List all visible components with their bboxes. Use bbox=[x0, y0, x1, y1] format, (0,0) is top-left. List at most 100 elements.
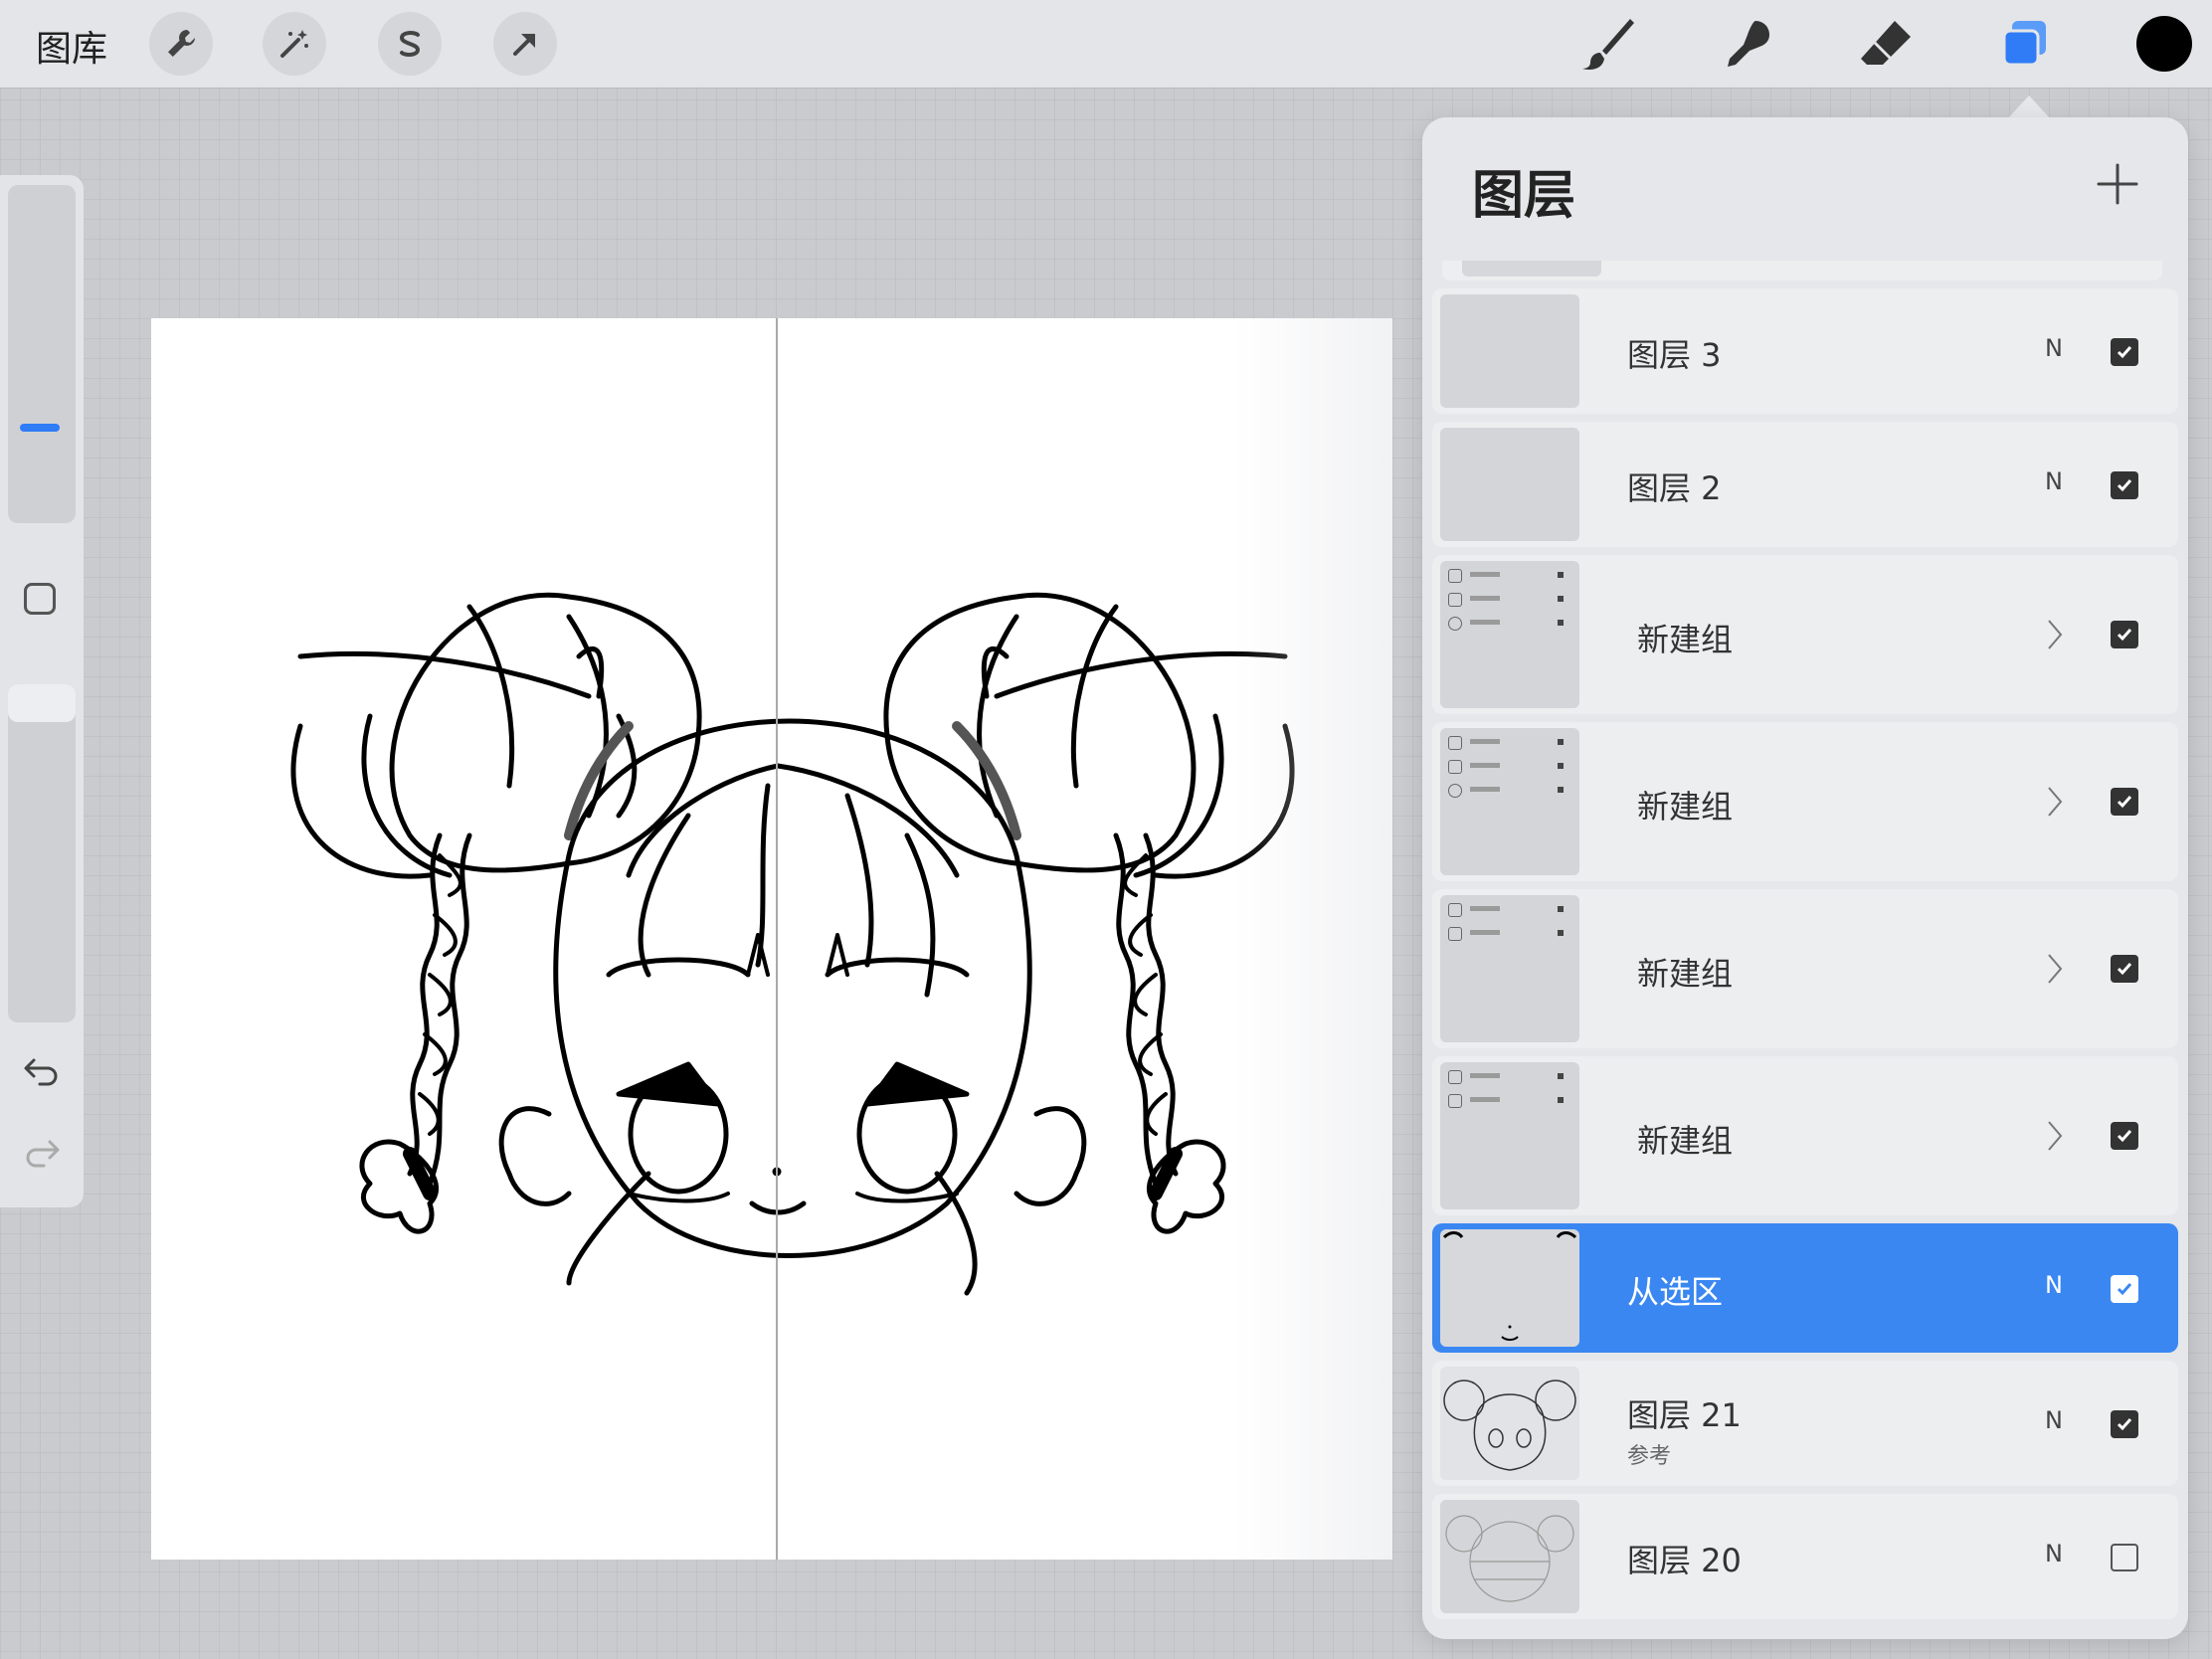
group-thumbnail bbox=[1440, 728, 1579, 875]
eraser-icon bbox=[1861, 21, 1911, 65]
opacity-handle[interactable] bbox=[8, 684, 76, 722]
layer-row[interactable]: 图层 3 N bbox=[1432, 288, 2178, 414]
reference-label: 参考 bbox=[1627, 1444, 1672, 1469]
blend-mode-button[interactable]: N bbox=[2045, 1540, 2063, 1567]
smudge-icon bbox=[1728, 21, 1769, 67]
layers-tool-button[interactable] bbox=[1995, 14, 2055, 74]
smudge-tool-button[interactable] bbox=[1717, 14, 1776, 74]
chevron-right-icon[interactable] bbox=[2045, 951, 2065, 987]
symmetry-guide bbox=[776, 318, 778, 1560]
checkmark-icon bbox=[2117, 346, 2132, 359]
mini-layer bbox=[1446, 1068, 1573, 1086]
layer-name: 图层 2 bbox=[1627, 469, 1722, 507]
checkmark-icon bbox=[2117, 1283, 2132, 1296]
brush-tool-button[interactable] bbox=[1577, 14, 1637, 74]
layer-name: 从选区 bbox=[1627, 1273, 1724, 1311]
checkmark-icon bbox=[2117, 1418, 2132, 1431]
layer-thumbnail bbox=[1462, 261, 1601, 276]
layer-name: 图层 20 bbox=[1627, 1542, 1742, 1579]
transform-arrow-icon bbox=[513, 34, 535, 56]
brush-size-handle[interactable] bbox=[20, 424, 60, 432]
drawing-canvas[interactable] bbox=[151, 318, 1392, 1560]
mini-layer bbox=[1446, 901, 1573, 919]
mini-layer bbox=[1446, 615, 1573, 633]
blend-mode-button[interactable]: N bbox=[2045, 467, 2063, 495]
layer-name: 图层 3 bbox=[1627, 336, 1722, 374]
group-name: 新建组 bbox=[1637, 1122, 1734, 1160]
mini-layer bbox=[1446, 567, 1573, 585]
group-name: 新建组 bbox=[1637, 955, 1734, 993]
visibility-checkbox[interactable] bbox=[2111, 1122, 2138, 1150]
chevron-right-icon[interactable] bbox=[2045, 784, 2065, 820]
group-thumbnail bbox=[1440, 561, 1579, 708]
layers-panel: 图层 图层 3 N 图层 2 N 新建组 新建组 新建组 新建组 从选区 N 图… bbox=[1422, 117, 2188, 1639]
top-toolbar: 图库 bbox=[0, 0, 2212, 88]
color-picker-button[interactable] bbox=[2136, 16, 2192, 72]
checkmark-icon bbox=[2117, 796, 2132, 809]
mini-layer bbox=[1446, 758, 1573, 776]
actions-button[interactable] bbox=[149, 12, 213, 76]
visibility-checkbox[interactable] bbox=[2111, 788, 2138, 816]
layer-row[interactable]: 图层 2 N bbox=[1432, 422, 2178, 547]
layer-row-partial[interactable] bbox=[1442, 261, 2162, 280]
layer-row[interactable]: 图层 21 参考 N bbox=[1432, 1361, 2178, 1486]
group-row[interactable]: 新建组 bbox=[1432, 889, 2178, 1048]
mini-layer bbox=[1446, 782, 1573, 800]
adjustments-button[interactable] bbox=[263, 12, 326, 76]
blend-mode-button[interactable]: N bbox=[2045, 334, 2063, 362]
brush-size-slider[interactable] bbox=[8, 185, 76, 523]
layers-icon bbox=[2002, 21, 2046, 67]
character-line-art bbox=[290, 592, 1295, 1296]
layer-thumbnail bbox=[1440, 1229, 1579, 1347]
layer-thumbnail bbox=[1440, 428, 1579, 541]
group-name: 新建组 bbox=[1637, 788, 1734, 826]
layer-thumbnail bbox=[1440, 294, 1579, 408]
thumbnail-preview bbox=[1442, 1231, 1577, 1341]
blend-mode-button[interactable]: N bbox=[2045, 1271, 2063, 1299]
opacity-slider[interactable] bbox=[8, 684, 76, 1022]
group-thumbnail bbox=[1440, 1062, 1579, 1209]
gallery-button[interactable]: 图库 bbox=[36, 20, 107, 72]
visibility-checkbox[interactable] bbox=[2111, 1544, 2138, 1571]
magic-wand-icon bbox=[280, 30, 308, 58]
visibility-checkbox[interactable] bbox=[2111, 1410, 2138, 1438]
selection-button[interactable] bbox=[378, 12, 442, 76]
wrench-icon bbox=[168, 30, 195, 57]
group-row[interactable]: 新建组 bbox=[1432, 722, 2178, 881]
checkmark-icon bbox=[2117, 629, 2132, 642]
left-sidebar bbox=[0, 175, 84, 1207]
visibility-checkbox[interactable] bbox=[2111, 471, 2138, 499]
modify-button[interactable] bbox=[24, 583, 56, 615]
group-row[interactable]: 新建组 bbox=[1432, 555, 2178, 714]
checkmark-icon bbox=[2117, 1130, 2132, 1143]
transform-button[interactable] bbox=[493, 12, 557, 76]
mini-layer bbox=[1446, 925, 1573, 943]
panel-title: 图层 bbox=[1472, 166, 1576, 226]
visibility-checkbox[interactable] bbox=[2111, 338, 2138, 366]
layer-row[interactable]: 图层 20 N bbox=[1432, 1494, 2178, 1619]
mini-layer bbox=[1446, 591, 1573, 609]
add-layer-button[interactable] bbox=[2095, 161, 2140, 207]
mini-layer bbox=[1446, 734, 1573, 752]
mini-layer bbox=[1446, 1092, 1573, 1110]
layer-name: 图层 21 bbox=[1627, 1396, 1742, 1434]
layer-thumbnail bbox=[1440, 1500, 1579, 1613]
undo-icon[interactable] bbox=[22, 1050, 62, 1090]
group-name: 新建组 bbox=[1637, 621, 1734, 658]
group-row[interactable]: 新建组 bbox=[1432, 1056, 2178, 1215]
layer-row-selected[interactable]: 从选区 N bbox=[1432, 1223, 2178, 1353]
chevron-right-icon[interactable] bbox=[2045, 617, 2065, 652]
selection-s-icon bbox=[399, 31, 421, 57]
thumbnail-preview bbox=[1445, 1515, 1574, 1602]
brush-icon bbox=[1582, 19, 1634, 70]
group-thumbnail bbox=[1440, 895, 1579, 1042]
blend-mode-button[interactable]: N bbox=[2045, 1406, 2063, 1434]
chevron-right-icon[interactable] bbox=[2045, 1118, 2065, 1154]
visibility-checkbox[interactable] bbox=[2111, 1275, 2138, 1303]
thumbnail-preview bbox=[1443, 1380, 1576, 1471]
visibility-checkbox[interactable] bbox=[2111, 955, 2138, 983]
checkmark-icon bbox=[2117, 963, 2132, 976]
eraser-tool-button[interactable] bbox=[1856, 14, 1916, 74]
visibility-checkbox[interactable] bbox=[2111, 621, 2138, 648]
redo-icon[interactable] bbox=[22, 1132, 62, 1172]
